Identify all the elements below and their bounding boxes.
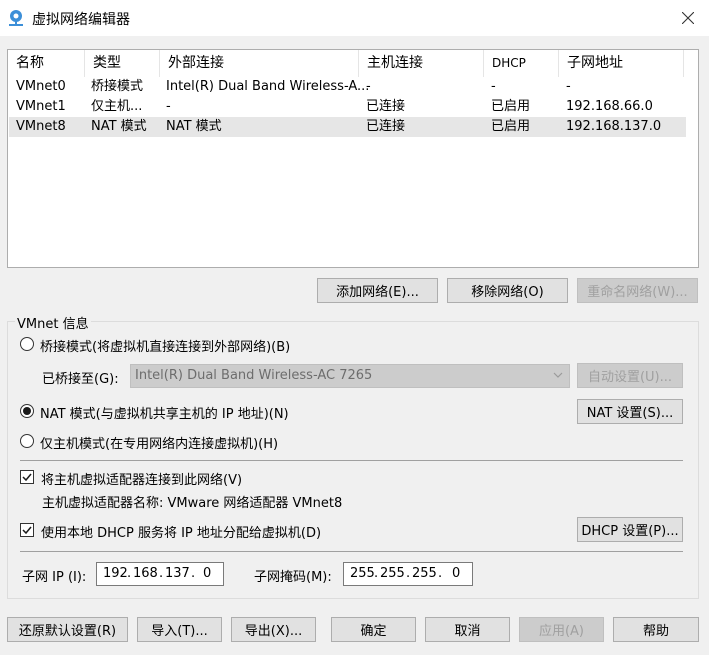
rename-network-button[interactable]: 重命名网络(W)... [577, 278, 698, 303]
nat-mode-label[interactable]: NAT 模式(与虚拟机共享主机的 IP 地址)(N) [40, 403, 289, 422]
column-header-name[interactable]: 名称 [8, 50, 85, 77]
nat-mode-radio[interactable] [20, 404, 34, 418]
nat-settings-button[interactable]: NAT 设置(S)... [577, 399, 683, 424]
apply-button[interactable]: 应用(A) [519, 617, 604, 642]
add-network-button[interactable]: 添加网络(E)... [317, 278, 438, 303]
cell-subnet: 192.168.66.0 [566, 99, 653, 114]
close-button[interactable] [670, 2, 706, 34]
host-only-radio[interactable] [20, 434, 34, 448]
subnet-ip-octet-2: 168 [133, 566, 158, 581]
bridged-to-value: Intel(R) Dual Band Wireless-AC 7265 [135, 368, 373, 383]
cell-host: 已连接 [366, 99, 406, 114]
octet-dot: . [191, 566, 196, 581]
network-list[interactable]: 名称 类型 外部连接 主机连接 DHCP 子网地址 VMnet0 桥接模式 In… [7, 49, 699, 268]
column-header-subnet[interactable]: 子网地址 [559, 50, 684, 77]
bridged-to-label: 已桥接至(G): [42, 372, 119, 387]
cell-subnet: - [566, 79, 571, 94]
table-row[interactable]: VMnet0 桥接模式 Intel(R) Dual Band Wireless-… [9, 77, 686, 97]
connect-adapter-checkbox[interactable] [20, 470, 34, 484]
column-header-filler [684, 50, 698, 77]
octet-dot: . [159, 566, 164, 581]
table-row-selected[interactable]: VMnet8 NAT 模式 NAT 模式 已连接 已启用 192.168.137… [9, 117, 686, 137]
help-button[interactable]: 帮助 [613, 617, 699, 642]
cell-dhcp: - [491, 79, 496, 94]
separator [20, 460, 683, 461]
cell-type: NAT 模式 [91, 119, 147, 134]
subnet-mask-octet-1: 255 [350, 566, 375, 581]
octet-dot: . [406, 566, 411, 581]
cell-host: 已连接 [366, 119, 406, 134]
subnet-ip-label: 子网 IP (I): [22, 570, 87, 585]
bridged-to-select[interactable]: Intel(R) Dual Band Wireless-AC 7265 [130, 364, 570, 388]
vmnet-info-label: VMnet 信息 [15, 313, 91, 332]
title-bar: 虚拟网络编辑器 [0, 0, 709, 36]
cell-dhcp: 已启用 [491, 119, 531, 134]
close-icon [682, 12, 694, 24]
ok-button[interactable]: 确定 [331, 617, 416, 642]
checkmark-icon [22, 473, 32, 482]
table-row[interactable]: VMnet1 仅主机... - 已连接 已启用 192.168.66.0 [9, 97, 686, 117]
cell-host: - [366, 79, 371, 94]
cell-name: VMnet0 [16, 79, 66, 94]
bridge-mode-radio[interactable] [20, 337, 34, 351]
octet-dot: . [374, 566, 379, 581]
column-header-host[interactable]: 主机连接 [359, 50, 484, 77]
column-header-external[interactable]: 外部连接 [160, 50, 359, 77]
dhcp-settings-button[interactable]: DHCP 设置(P)... [577, 517, 683, 542]
subnet-mask-octet-2: 255 [380, 566, 405, 581]
subnet-mask-label: 子网掩码(M): [254, 570, 332, 585]
list-header: 名称 类型 外部连接 主机连接 DHCP 子网地址 [8, 50, 698, 77]
dhcp-checkbox[interactable] [20, 523, 34, 537]
column-header-type[interactable]: 类型 [85, 50, 160, 77]
dhcp-label[interactable]: 使用本地 DHCP 服务将 IP 地址分配给虚拟机(D) [41, 522, 321, 541]
window-title: 虚拟网络编辑器 [32, 12, 130, 28]
subnet-ip-octet-3: 137 [165, 566, 190, 581]
bridge-mode-label[interactable]: 桥接模式(将虚拟机直接连接到外部网络)(B) [40, 336, 290, 355]
import-button[interactable]: 导入(T)... [137, 617, 222, 642]
cell-external: Intel(R) Dual Band Wireless-A... [166, 79, 370, 94]
subnet-ip-input[interactable]: 192 . 168 . 137 . 0 [96, 562, 224, 586]
remove-network-button[interactable]: 移除网络(O) [447, 278, 568, 303]
subnet-mask-octet-4: 0 [452, 566, 461, 581]
export-button[interactable]: 导出(X)... [231, 617, 316, 642]
auto-settings-button[interactable]: 自动设置(U)... [577, 363, 683, 388]
cell-name: VMnet8 [16, 119, 66, 134]
connect-adapter-label[interactable]: 将主机虚拟适配器连接到此网络(V) [41, 469, 242, 488]
adapter-name-text: 主机虚拟适配器名称: VMware 网络适配器 VMnet8 [42, 496, 343, 511]
cell-name: VMnet1 [16, 99, 66, 114]
cell-type: 桥接模式 [91, 79, 144, 94]
cell-external: - [166, 99, 171, 114]
host-only-label[interactable]: 仅主机模式(在专用网络内连接虚拟机)(H) [40, 433, 278, 452]
subnet-mask-octet-3: 255 [412, 566, 437, 581]
subnet-mask-input[interactable]: 255 . 255 . 255 . 0 [343, 562, 473, 586]
cell-dhcp: 已启用 [491, 99, 531, 114]
subnet-ip-octet-4: 0 [203, 566, 212, 581]
separator [20, 551, 683, 552]
cancel-button[interactable]: 取消 [425, 617, 510, 642]
octet-dot: . [438, 566, 443, 581]
cell-type: 仅主机... [91, 99, 143, 114]
octet-dot: . [127, 566, 132, 581]
cell-subnet: 192.168.137.0 [566, 119, 662, 134]
cell-external: NAT 模式 [166, 119, 222, 134]
subnet-ip-octet-1: 192 [103, 566, 128, 581]
restore-defaults-button[interactable]: 还原默认设置(R) [7, 617, 128, 642]
column-header-dhcp[interactable]: DHCP [484, 50, 559, 77]
checkmark-icon [22, 526, 32, 535]
virtual-network-icon [9, 10, 23, 26]
chevron-down-icon [553, 372, 563, 378]
